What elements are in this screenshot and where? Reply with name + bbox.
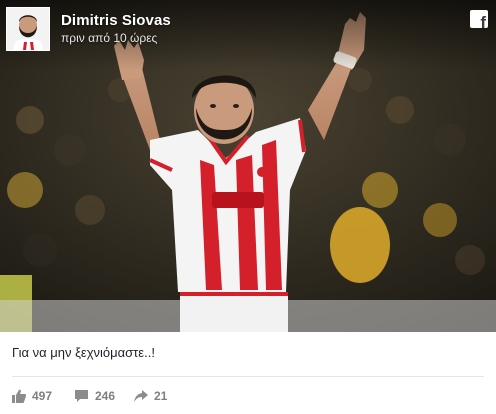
divider <box>12 376 484 377</box>
facebook-icon[interactable]: f <box>470 10 488 32</box>
avatar-image <box>7 8 49 50</box>
post-caption: Για να μην ξεχνιόμαστε..! <box>12 345 155 360</box>
share-count[interactable]: 21 <box>134 388 167 404</box>
like-count[interactable]: 497 <box>12 388 52 404</box>
facebook-glyph: f <box>480 13 486 32</box>
author-avatar[interactable] <box>6 7 50 51</box>
comment-count-value: 246 <box>95 389 116 403</box>
thumbs-up-icon <box>12 389 26 403</box>
share-icon <box>134 390 148 402</box>
facebook-post-card: Dimitris Siovas πριν από 10 ώρες f Για ν… <box>0 0 496 414</box>
post-timestamp[interactable]: πριν από 10 ώρες <box>61 31 157 45</box>
comment-count[interactable]: 246 <box>74 388 115 404</box>
author-name[interactable]: Dimitris Siovas <box>61 12 171 29</box>
like-count-value: 497 <box>32 389 53 403</box>
comment-icon <box>75 390 88 402</box>
post-photo[interactable]: Dimitris Siovas πριν από 10 ώρες f <box>0 0 496 332</box>
share-count-value: 21 <box>154 389 168 403</box>
